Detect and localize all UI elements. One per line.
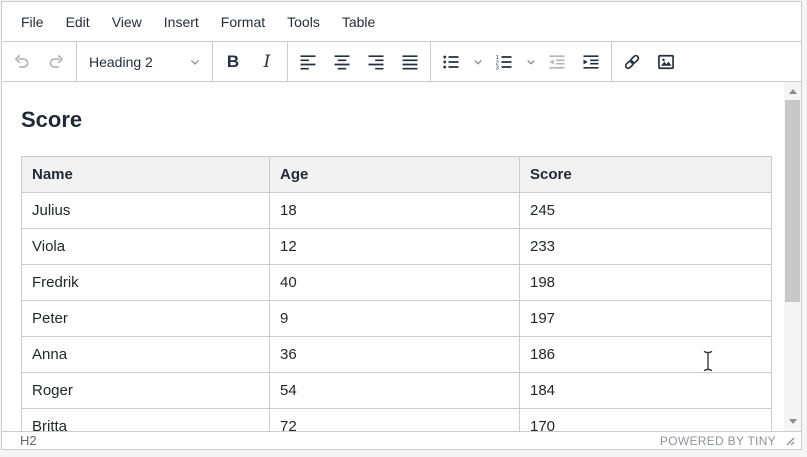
outdent-icon <box>547 52 567 72</box>
menu-bar: File Edit View Insert Format Tools Table <box>2 2 801 42</box>
table-row: Anna 36 186 <box>22 337 772 373</box>
cell-age[interactable]: 40 <box>270 265 520 301</box>
style-format-dropdown[interactable]: Heading 2 <box>77 42 212 81</box>
cell-name[interactable]: Fredrik <box>22 265 270 301</box>
cell-name[interactable]: Peter <box>22 301 270 337</box>
column-header-name[interactable]: Name <box>22 157 270 193</box>
data-table: Name Age Score Julius 18 245 Viola 12 23… <box>21 156 772 431</box>
cell-score[interactable]: 245 <box>520 193 772 229</box>
cell-age[interactable]: 18 <box>270 193 520 229</box>
bullet-list-button[interactable] <box>434 42 468 81</box>
menu-file[interactable]: File <box>10 9 55 35</box>
table-row: Britta 72 170 <box>22 409 772 432</box>
cell-name[interactable]: Anna <box>22 337 270 373</box>
italic-button[interactable]: I <box>250 42 284 81</box>
resize-handle[interactable] <box>784 435 795 446</box>
menu-table[interactable]: Table <box>331 9 386 35</box>
menu-view[interactable]: View <box>101 9 153 35</box>
align-left-icon <box>298 52 318 72</box>
cell-age[interactable]: 9 <box>270 301 520 337</box>
branding-link[interactable]: POWERED BY TINY <box>660 434 776 448</box>
column-header-score[interactable]: Score <box>520 157 772 193</box>
document-heading[interactable]: Score <box>21 106 801 134</box>
chevron-down-icon <box>524 55 538 69</box>
cell-age[interactable]: 54 <box>270 373 520 409</box>
chevron-down-icon <box>187 54 203 70</box>
bold-icon: B <box>227 52 239 72</box>
cell-score[interactable]: 197 <box>520 301 772 337</box>
toolbar: Heading 2 B I <box>2 42 801 82</box>
table-row: Roger 54 184 <box>22 373 772 409</box>
menu-tools[interactable]: Tools <box>276 9 331 35</box>
menu-insert[interactable]: Insert <box>153 9 210 35</box>
indent-icon <box>581 52 601 72</box>
table-row: Viola 12 233 <box>22 229 772 265</box>
italic-icon: I <box>264 52 271 72</box>
table-header-row: Name Age Score <box>22 157 772 193</box>
undo-icon <box>12 52 32 72</box>
cell-score[interactable]: 170 <box>520 409 772 432</box>
scroll-up-button[interactable] <box>784 83 801 100</box>
scrollbar-thumb[interactable] <box>785 100 800 302</box>
align-center-button[interactable] <box>325 42 359 81</box>
link-icon <box>622 52 642 72</box>
cell-score[interactable]: 198 <box>520 265 772 301</box>
redo-icon <box>46 52 66 72</box>
numbered-list-button[interactable]: 1 2 3 <box>487 42 521 81</box>
outdent-button[interactable] <box>540 42 574 81</box>
menu-edit[interactable]: Edit <box>55 9 101 35</box>
element-path[interactable]: H2 <box>20 433 37 448</box>
bullet-list-options-button[interactable] <box>468 42 487 81</box>
redo-button[interactable] <box>39 42 73 81</box>
undo-button[interactable] <box>5 42 39 81</box>
editor-content-area[interactable]: Score Name Age Score Julius 18 245 Viola <box>2 82 801 431</box>
scroll-down-button[interactable] <box>784 413 801 430</box>
cell-score[interactable]: 233 <box>520 229 772 265</box>
status-bar: H2 POWERED BY TINY <box>2 431 801 449</box>
bold-button[interactable]: B <box>216 42 250 81</box>
table-row: Fredrik 40 198 <box>22 265 772 301</box>
style-format-value: Heading 2 <box>89 54 153 70</box>
cell-name[interactable]: Roger <box>22 373 270 409</box>
cell-name[interactable]: Britta <box>22 409 270 432</box>
cell-age[interactable]: 12 <box>270 229 520 265</box>
align-left-button[interactable] <box>291 42 325 81</box>
table-row: Julius 18 245 <box>22 193 772 229</box>
numbered-list-options-button[interactable] <box>521 42 540 81</box>
insert-link-button[interactable] <box>615 42 649 81</box>
align-right-button[interactable] <box>359 42 393 81</box>
image-icon <box>656 52 676 72</box>
menu-format[interactable]: Format <box>210 9 276 35</box>
cell-score[interactable]: 186 <box>520 337 772 373</box>
align-center-icon <box>332 52 352 72</box>
svg-text:3: 3 <box>496 65 499 71</box>
chevron-down-icon <box>471 55 485 69</box>
indent-button[interactable] <box>574 42 608 81</box>
justify-icon <box>400 52 420 72</box>
vertical-scrollbar[interactable] <box>784 82 801 431</box>
cell-score[interactable]: 184 <box>520 373 772 409</box>
numbered-list-icon: 1 2 3 <box>494 52 514 72</box>
triangle-down-icon <box>789 419 797 424</box>
cell-age[interactable]: 36 <box>270 337 520 373</box>
cell-name[interactable]: Viola <box>22 229 270 265</box>
justify-button[interactable] <box>393 42 427 81</box>
align-right-icon <box>366 52 386 72</box>
triangle-up-icon <box>789 89 797 94</box>
bullet-list-icon <box>441 52 461 72</box>
column-header-age[interactable]: Age <box>270 157 520 193</box>
rich-text-editor: File Edit View Insert Format Tools Table <box>1 1 802 450</box>
insert-image-button[interactable] <box>649 42 683 81</box>
cell-name[interactable]: Julius <box>22 193 270 229</box>
cell-age[interactable]: 72 <box>270 409 520 432</box>
table-row: Peter 9 197 <box>22 301 772 337</box>
